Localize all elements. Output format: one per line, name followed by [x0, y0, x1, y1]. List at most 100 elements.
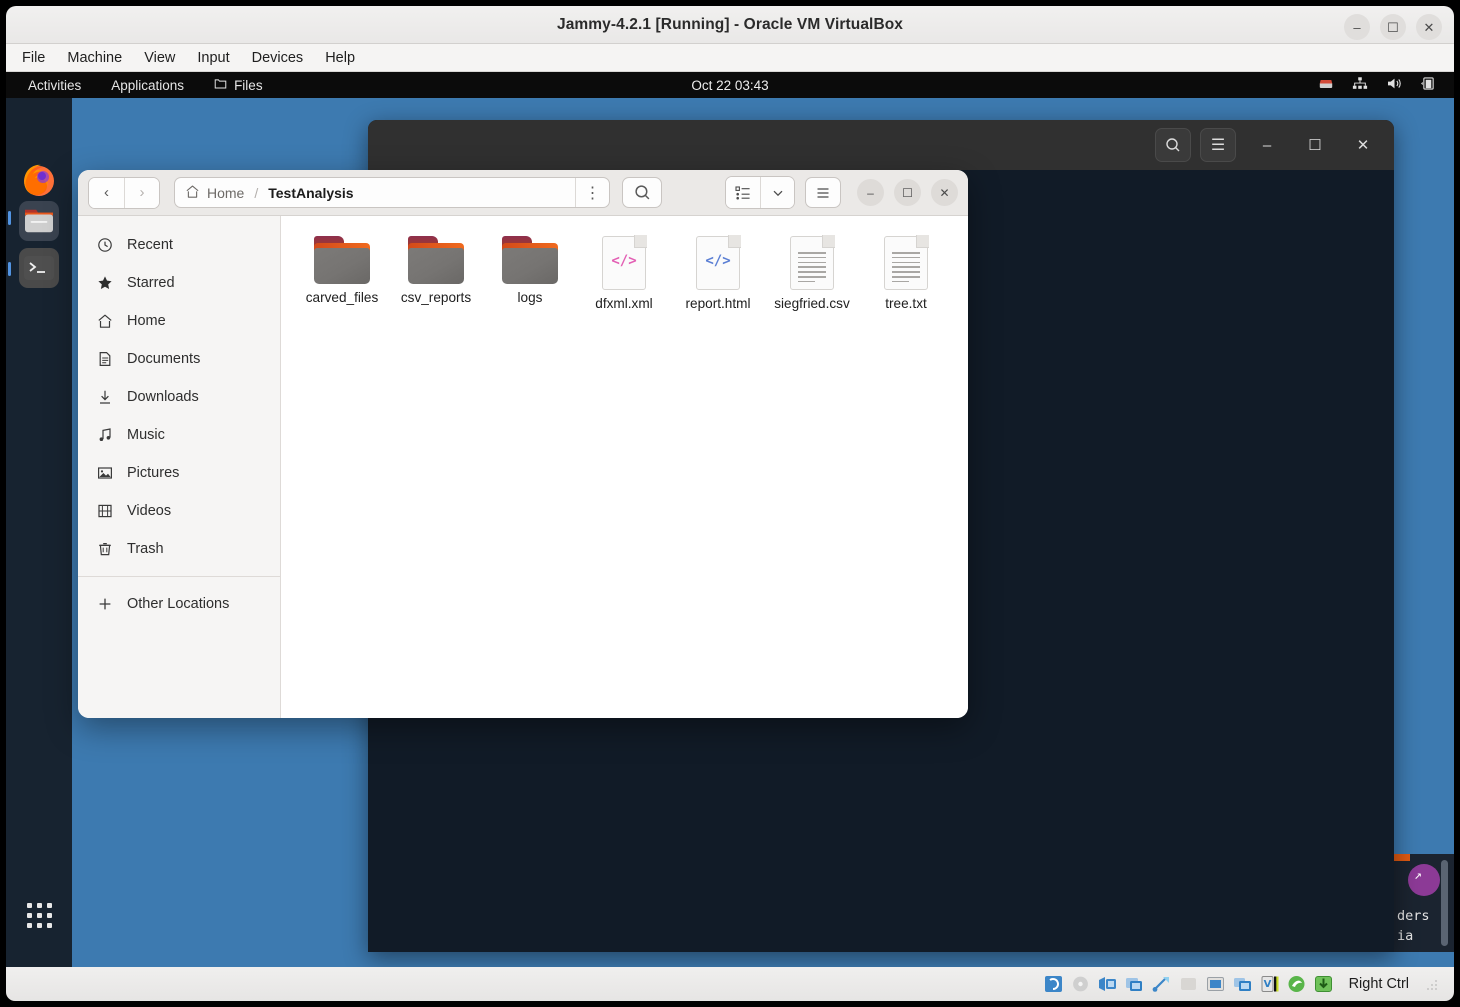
sidebar-label: Videos	[127, 503, 172, 519]
background-window-scrollbar[interactable]	[1441, 860, 1448, 946]
host-key-label: Right Ctrl	[1348, 976, 1409, 992]
folder-icon	[502, 236, 558, 284]
dock-item-firefox[interactable]	[19, 160, 59, 200]
download-icon	[96, 389, 114, 405]
video-capture-icon[interactable]	[1233, 975, 1253, 994]
main-menu-button[interactable]	[805, 177, 841, 208]
removable-drive-icon[interactable]	[1318, 77, 1334, 93]
file-item-dfxml-xml[interactable]: </> dfxml.xml	[577, 232, 671, 312]
headerbar-right: – ☐ ✕	[725, 176, 958, 209]
file-item-label: csv_reports	[400, 290, 472, 305]
vbox-close-button[interactable]: ✕	[1416, 14, 1442, 40]
fm-close-button[interactable]: ✕	[931, 179, 958, 206]
sidebar-item-downloads[interactable]: Downloads	[78, 378, 280, 416]
sidebar-item-starred[interactable]: Starred	[78, 264, 280, 302]
forward-button[interactable]: ›	[124, 177, 159, 208]
network-icon[interactable]	[1098, 975, 1118, 994]
menu-devices[interactable]: Devices	[252, 50, 304, 66]
virtualization-icon[interactable]: V	[1260, 975, 1280, 994]
sidebar-item-music[interactable]: Music	[78, 416, 280, 454]
terminal-maximize-button[interactable]: ☐	[1298, 128, 1332, 162]
file-item-report-html[interactable]: </> report.html	[671, 232, 765, 312]
background-window-arrow-icon: ↗	[1414, 868, 1422, 883]
path-options-button[interactable]: ⋮	[575, 178, 609, 207]
sidebar-item-home[interactable]: Home	[78, 302, 280, 340]
network-icon[interactable]	[1352, 77, 1368, 93]
terminal-search-button[interactable]	[1155, 128, 1191, 162]
sidebar-item-other-locations[interactable]: Other Locations	[78, 585, 280, 623]
code-glyph: </>	[611, 253, 637, 269]
sidebar: Recent Starred Home Documents Downloads …	[78, 216, 281, 718]
menu-view[interactable]: View	[144, 50, 175, 66]
terminal-close-button[interactable]: ✕	[1346, 128, 1380, 162]
file-item-siegfried-csv[interactable]: siegfried.csv	[765, 232, 859, 312]
navigation-buttons: ‹ ›	[88, 176, 160, 209]
file-manager-window: ‹ › Home / TestAnalysis ⋮ – ☐ ✕ Recent S…	[78, 170, 968, 718]
sidebar-label: Recent	[127, 237, 173, 253]
menu-file[interactable]: File	[22, 50, 45, 66]
hard-disk-icon[interactable]	[1044, 975, 1064, 994]
vbox-maximize-button[interactable]: ☐	[1380, 14, 1406, 40]
sidebar-item-trash[interactable]: Trash	[78, 530, 280, 568]
file-item-label: siegfried.csv	[774, 296, 850, 311]
dock-item-files[interactable]	[19, 201, 59, 241]
file-item-tree-txt[interactable]: tree.txt	[859, 232, 953, 312]
terminal-icon	[24, 256, 54, 280]
search-button[interactable]	[622, 177, 662, 208]
vbox-window-title: Jammy-4.2.1 [Running] - Oracle VM Virtua…	[556, 15, 904, 33]
mouse-integration-icon[interactable]	[1287, 975, 1307, 994]
list-view-button[interactable]	[726, 177, 760, 208]
menu-help[interactable]: Help	[325, 50, 355, 66]
view-options-chevron[interactable]	[760, 177, 794, 208]
document-icon	[96, 351, 114, 367]
current-app-label: Files	[234, 77, 263, 93]
file-grid[interactable]: carved_files csv_reports logs </> dfxml.…	[281, 216, 968, 718]
home-icon	[185, 184, 200, 202]
shared-folders-icon[interactable]	[1125, 975, 1145, 994]
fm-maximize-button[interactable]: ☐	[894, 179, 921, 206]
file-item-carved-files[interactable]: carved_files	[295, 232, 389, 312]
host-key-icon[interactable]	[1314, 975, 1334, 994]
volume-icon[interactable]	[1386, 77, 1403, 93]
terminal-menu-button[interactable]: ☰	[1200, 128, 1236, 162]
code-glyph: </>	[705, 253, 731, 269]
sidebar-label: Other Locations	[127, 596, 230, 612]
file-item-label: dfxml.xml	[595, 296, 653, 311]
display-icon[interactable]	[1206, 975, 1226, 994]
sidebar-item-documents[interactable]: Documents	[78, 340, 280, 378]
file-item-label: tree.txt	[885, 296, 927, 311]
file-item-logs[interactable]: logs	[483, 232, 577, 312]
fm-minimize-button[interactable]: –	[857, 179, 884, 206]
music-note-icon	[96, 427, 114, 443]
panel-clock[interactable]: Oct 22 03:43	[691, 78, 768, 93]
optical-disk-icon[interactable]	[1071, 975, 1091, 994]
current-app-menu[interactable]: Files	[214, 77, 263, 93]
menu-input[interactable]: Input	[197, 50, 229, 66]
sidebar-item-videos[interactable]: Videos	[78, 492, 280, 530]
show-applications-button[interactable]	[27, 903, 53, 929]
back-button[interactable]: ‹	[89, 177, 124, 208]
folder-icon[interactable]	[1179, 975, 1199, 994]
vbox-minimize-button[interactable]: –	[1344, 14, 1370, 40]
applications-menu[interactable]: Applications	[111, 78, 184, 93]
file-manager-body: Recent Starred Home Documents Downloads …	[78, 216, 968, 718]
breadcrumb-current[interactable]: TestAnalysis	[258, 178, 363, 207]
dock-item-terminal[interactable]	[19, 248, 59, 288]
activities-button[interactable]: Activities	[28, 78, 81, 93]
battery-icon[interactable]	[1421, 77, 1436, 93]
file-item-csv-reports[interactable]: csv_reports	[389, 232, 483, 312]
vbox-statusbar: V Right Ctrl	[6, 967, 1454, 1001]
menu-machine[interactable]: Machine	[67, 50, 122, 66]
usb-icon[interactable]	[1152, 975, 1172, 994]
resize-grip[interactable]	[1426, 977, 1440, 991]
background-window-edge[interactable]: ↗ ders ia	[1394, 854, 1454, 952]
background-window-text-2: ia	[1397, 928, 1414, 944]
file-item-label: carved_files	[305, 290, 379, 305]
terminal-minimize-button[interactable]: –	[1250, 128, 1284, 162]
breadcrumb-home[interactable]: Home	[175, 178, 254, 207]
sidebar-item-recent[interactable]: Recent	[78, 226, 280, 264]
film-icon	[96, 503, 114, 519]
plus-icon	[96, 596, 114, 612]
sidebar-item-pictures[interactable]: Pictures	[78, 454, 280, 492]
